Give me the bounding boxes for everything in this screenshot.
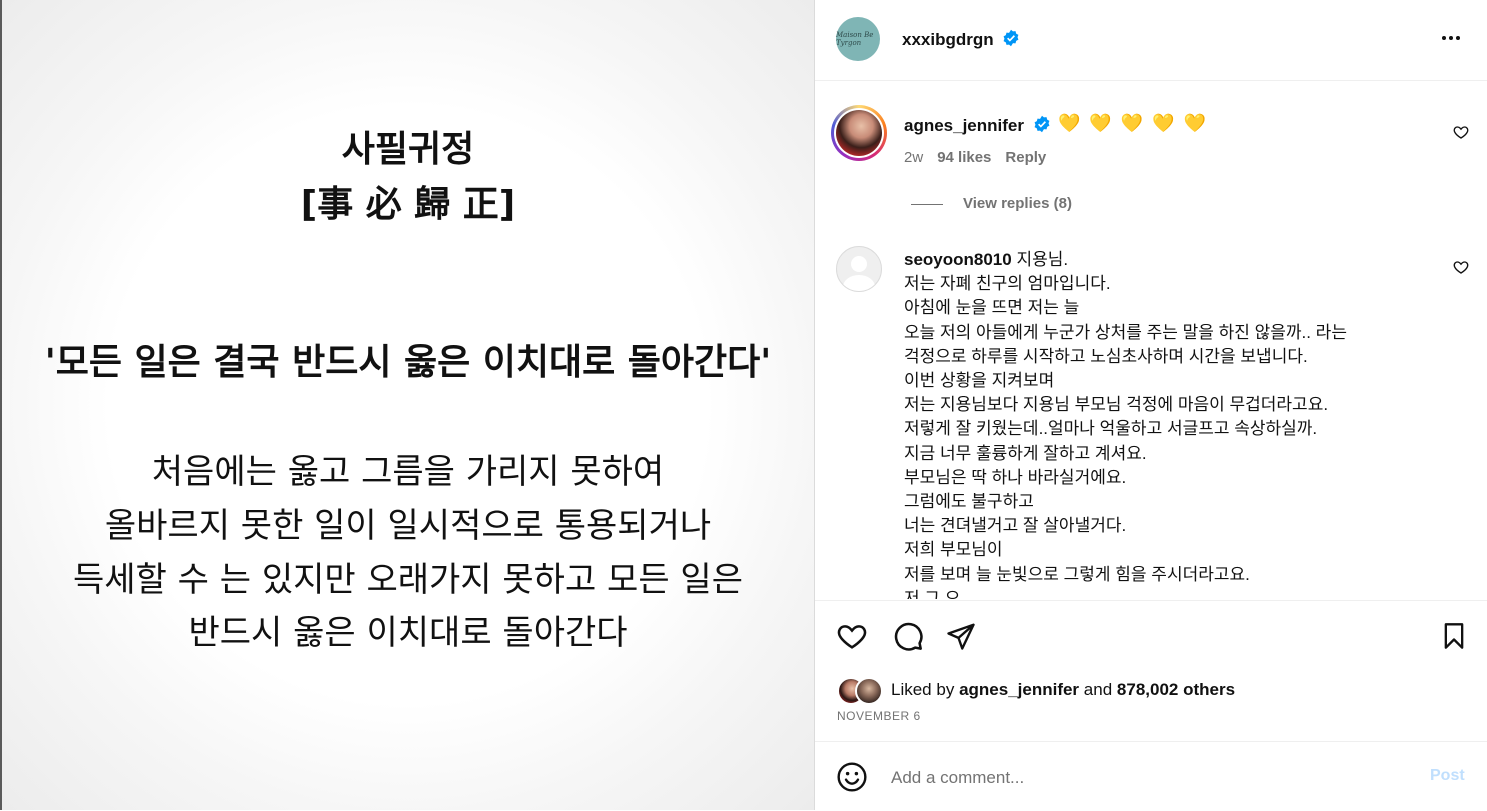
heart-icon	[1453, 126, 1469, 139]
avatar	[855, 677, 883, 705]
comment-line: 부모님은 딱 하나 바라실거에요.	[904, 467, 1127, 487]
emoji-icon	[837, 762, 867, 792]
comment-line: 그럼에도 불구하고	[904, 492, 1034, 512]
comment-line: 저희 부모님이	[904, 540, 1003, 560]
comment-line: 저는 자폐 친구의 엄마입니다.	[904, 274, 1111, 294]
more-horizontal-icon	[1442, 36, 1460, 40]
post-actions: Liked by agnes_jennifer and 878,002 othe…	[815, 600, 1487, 741]
image-body-line: 득세할 수 는 있지만 오래가지 못하고 모든 일은	[73, 560, 743, 600]
default-avatar[interactable]	[836, 246, 882, 292]
post-image: 사필귀정 [事 必 歸 正] '모든 일은 결국 반드시 옳은 이치대로 돌아간…	[2, 0, 814, 810]
comment-line: 저는 지용님보다 지용님 부모님 걱정에 마음이 무겁더라고요.	[904, 395, 1329, 415]
more-options-button[interactable]	[1435, 24, 1467, 52]
heart-icon	[837, 625, 867, 649]
comment-line: 오늘 저의 아들에게 누군가 상처를 주는 말을 하진 않을까.. 라는	[904, 322, 1347, 342]
comment-username[interactable]: seoyoon8010	[904, 250, 1012, 269]
comment-meta: 2w 94 likes Reply	[904, 149, 1046, 166]
verified-badge-icon	[1002, 29, 1020, 52]
author-username-row: xxxibgdrgn	[902, 29, 1020, 52]
share-button[interactable]	[943, 618, 979, 654]
comment-line: 저렇게 잘 키웠는데..얼마나 억울하고 서글프고 속상하실까.	[904, 419, 1318, 439]
replies-line	[911, 203, 943, 205]
comment-line: 아침에 눈을 뜨면 저는 늘	[904, 298, 1080, 318]
author-username[interactable]: xxxibgdrgn	[902, 30, 994, 49]
author-avatar[interactable]: Maison Be Tyrgon	[836, 17, 880, 61]
comment-input[interactable]	[889, 764, 1413, 792]
reply-button[interactable]: Reply	[1005, 149, 1046, 166]
liked-by-connector: and	[1083, 680, 1113, 699]
comment-time[interactable]: 2w	[904, 149, 923, 166]
save-button[interactable]	[1436, 618, 1472, 654]
comment-line: 이번 상황을 지켜보며	[904, 371, 1055, 391]
comment-line: 지금 너무 훌륭하게 잘하고 계셔요.	[904, 443, 1147, 463]
verified-badge-icon	[1033, 115, 1051, 138]
avatar-logo-text: Maison Be Tyrgon	[836, 31, 874, 47]
comment-line: 지용님.	[1016, 250, 1069, 269]
comment-body: seoyoon8010 지용님. 저는 자폐 친구의 엄마입니다. 아침에 눈을…	[904, 248, 1444, 599]
liked-by-others[interactable]: 878,002 others	[1117, 680, 1235, 699]
comment-text-hearts: 💛 💛 💛 💛 💛	[1058, 113, 1209, 133]
add-comment-bar: Post	[815, 741, 1487, 811]
comment-icon	[894, 622, 923, 651]
image-title-hanja: [事 必 歸 正]	[300, 184, 516, 225]
view-replies-label: View replies (8)	[963, 195, 1072, 212]
image-body-line: 반드시 옳은 이치대로 돌아간다	[188, 613, 628, 653]
comment-username[interactable]: agnes_jennifer	[904, 116, 1024, 135]
comment-like-button[interactable]	[1453, 259, 1471, 277]
comment-line: 저를 보며 늘 눈빛으로 그렇게 힘을 주시더라고요.	[904, 564, 1250, 584]
commenter-avatar-story-ring[interactable]	[831, 105, 887, 161]
post-header: Maison Be Tyrgon xxxibgdrgn	[815, 0, 1487, 81]
emoji-button[interactable]	[836, 761, 868, 793]
comment-username-row: agnes_jennifer	[904, 115, 1051, 138]
comment-line: 너는 견뎌낼거고 잘 살아낼거다.	[904, 516, 1127, 536]
liked-by-text: Liked by agnes_jennifer and 878,002 othe…	[891, 680, 1235, 700]
comment-like-button[interactable]	[1453, 124, 1471, 142]
share-icon	[947, 623, 975, 650]
image-body-line: 올바르지 못한 일이 일시적으로 통용되거나	[104, 506, 712, 546]
heart-icon	[1453, 261, 1469, 274]
comment-button[interactable]	[890, 618, 926, 654]
liked-by-user[interactable]: agnes_jennifer	[959, 680, 1079, 699]
image-title-korean: 사필귀정	[341, 129, 475, 170]
liked-by-prefix: Liked by	[891, 680, 955, 699]
post-comment-button[interactable]: Post	[1430, 767, 1465, 785]
like-button[interactable]	[834, 618, 870, 654]
image-quote: '모든 일은 결국 반드시 옳은 이치대로 돌아간다'	[44, 342, 772, 383]
commenter-avatar	[836, 110, 882, 156]
view-replies-button[interactable]: View replies (8)	[911, 195, 1072, 212]
bookmark-icon	[1444, 623, 1464, 649]
comments-list[interactable]: agnes_jennifer 💛 💛 💛 💛 💛 2w 94 likes Reply…	[815, 81, 1487, 599]
post-side-panel: Maison Be Tyrgon xxxibgdrgn agnes_jennif…	[815, 0, 1487, 810]
post-date[interactable]: NOVEMBER 6	[837, 709, 921, 723]
comment-line: 저 그 오	[904, 588, 961, 599]
image-body-line: 처음에는 옳고 그름을 가리지 못하여	[151, 452, 665, 492]
comment-line: 걱정으로 하루를 시작하고 노심초사하며 시간을 보냅니다.	[904, 346, 1308, 366]
comment-likes[interactable]: 94 likes	[937, 149, 991, 166]
